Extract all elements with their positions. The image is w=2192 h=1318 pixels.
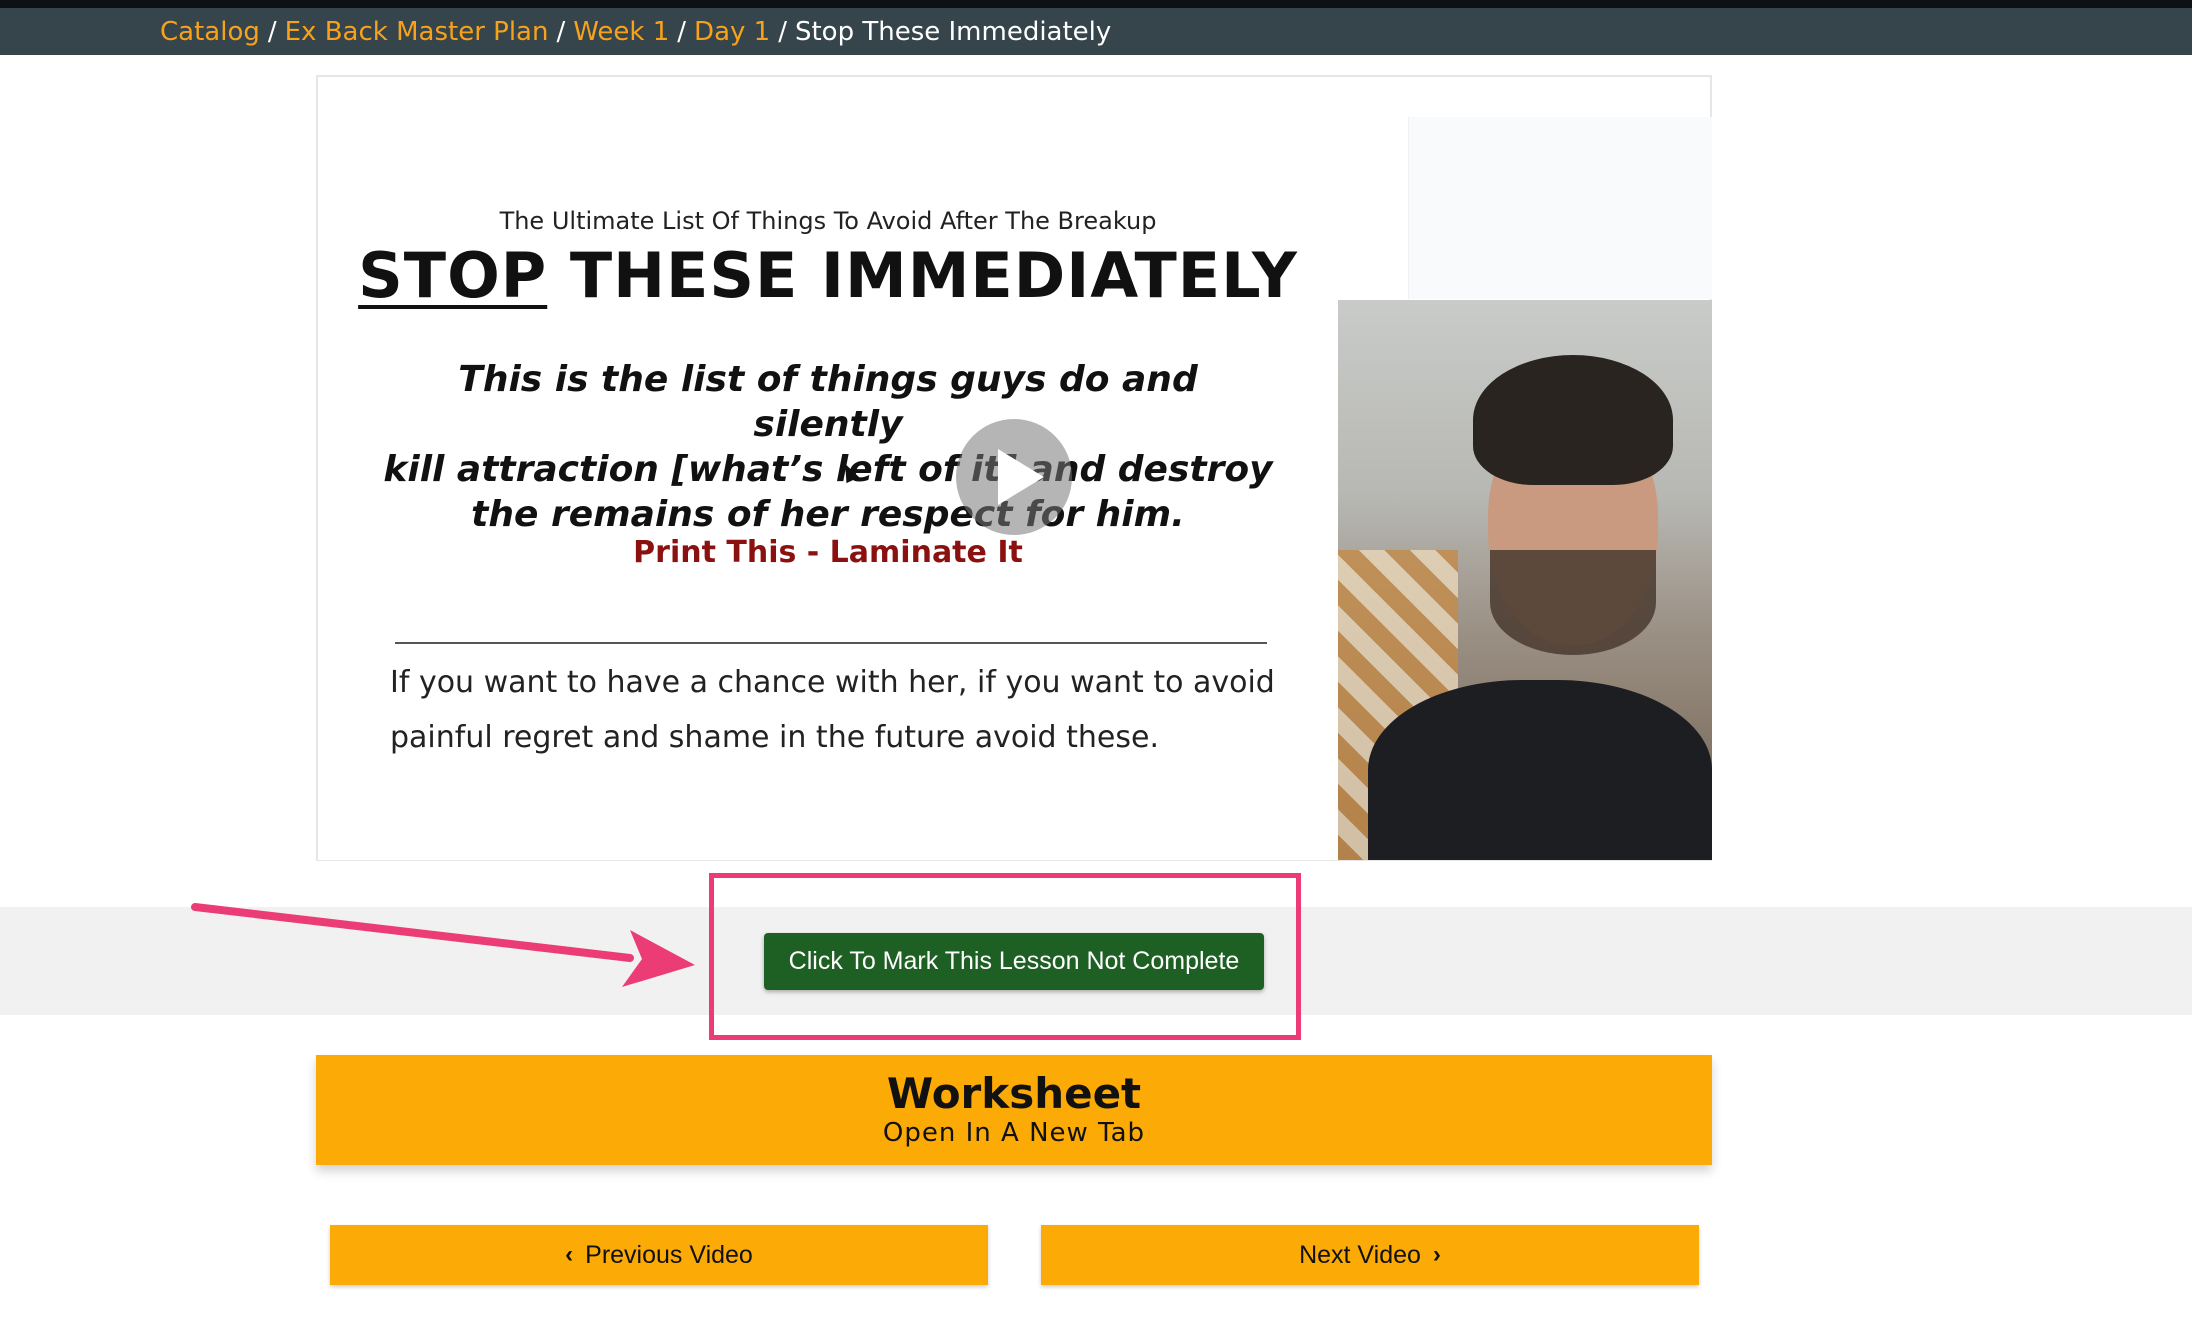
next-video-button[interactable]: Next Video ›: [1041, 1225, 1699, 1285]
presenter-beard: [1490, 550, 1656, 655]
breadcrumb-separator: /: [778, 16, 787, 47]
breadcrumb-ex-back-master-plan[interactable]: Ex Back Master Plan: [285, 17, 549, 47]
breadcrumb: Catalog / Ex Back Master Plan / Week 1 /…: [160, 8, 1111, 55]
slide-body-line: kill attraction [what’s left of it] and …: [383, 449, 1273, 490]
slide-body: This is the list of things guys do and s…: [378, 357, 1278, 537]
presenter-webcam: [1338, 300, 1712, 860]
breadcrumb-separator: /: [267, 16, 277, 47]
video-slide: The Ultimate List Of Things To Avoid Aft…: [318, 117, 1338, 860]
play-button[interactable]: [956, 419, 1072, 535]
breadcrumb-current: Stop These Immediately: [794, 16, 1112, 47]
next-video-label: Next Video: [1299, 1240, 1421, 1269]
chevron-right-icon: ›: [1432, 1241, 1441, 1268]
breadcrumb-separator: /: [677, 16, 687, 47]
presenter-shirt: [1368, 680, 1712, 860]
breadcrumb-day-1[interactable]: Day 1: [694, 17, 770, 47]
slide-body-line: the remains of her respect for him.: [471, 494, 1185, 535]
slide-pre-title: The Ultimate List Of Things To Avoid Aft…: [499, 207, 1157, 235]
mark-lesson-not-complete-button[interactable]: Click To Mark This Lesson Not Complete: [764, 933, 1264, 990]
slide-title-rest: THESE IMMEDIATELY: [569, 239, 1298, 312]
breadcrumb-catalog[interactable]: Catalog: [160, 17, 260, 47]
slide-title-underlined: STOP: [358, 239, 548, 312]
video-side-panel: [1408, 117, 1712, 299]
slide-description: If you want to have a chance with her, i…: [390, 655, 1280, 765]
worksheet-title: Worksheet: [886, 1069, 1142, 1118]
slide-description-line: If you want to have a chance with her, i…: [390, 665, 1275, 700]
slide-title: STOP THESE IMMEDIATELY: [318, 239, 1338, 312]
slide-description-line: painful regret and shame in the future a…: [390, 720, 1159, 755]
slide-divider: [395, 642, 1267, 644]
play-icon: [998, 449, 1044, 505]
slide-body-line: This is the list of things guys do and s…: [458, 359, 1198, 445]
previous-video-button[interactable]: ‹ Previous Video: [330, 1225, 988, 1285]
previous-video-label: Previous Video: [585, 1240, 753, 1269]
chevron-left-icon: ‹: [565, 1241, 574, 1268]
breadcrumb-separator: /: [556, 16, 566, 47]
presenter-hair: [1473, 355, 1673, 485]
top-strip: [0, 0, 2192, 8]
breadcrumb-week-1[interactable]: Week 1: [573, 17, 669, 47]
worksheet-subtitle: Open In A New Tab: [882, 1118, 1146, 1148]
annotation-arrow-icon: [191, 903, 695, 987]
worksheet-button[interactable]: Worksheet Open In A New Tab: [316, 1055, 1712, 1165]
slide-cta: Print This - Laminate It: [633, 535, 1023, 570]
